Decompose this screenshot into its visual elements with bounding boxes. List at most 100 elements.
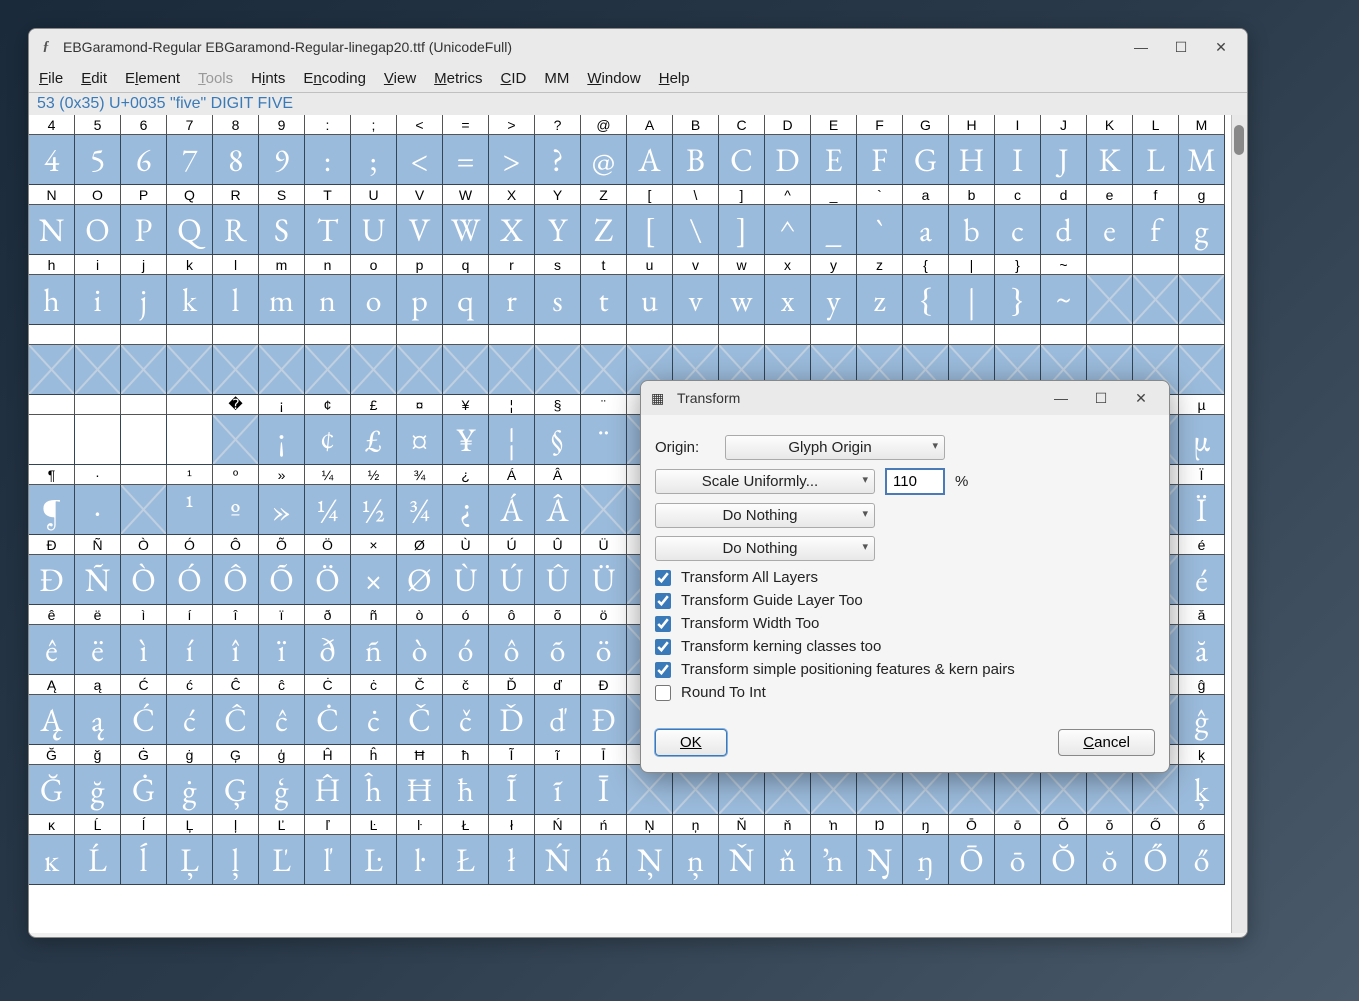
glyph-cell[interactable]: I — [995, 135, 1041, 185]
glyph-cell[interactable]: ó — [443, 625, 489, 675]
glyph-cell[interactable]: W — [443, 205, 489, 255]
glyph-cell[interactable]: Ġ — [121, 765, 167, 815]
glyph-cell[interactable]: ċ — [351, 695, 397, 745]
glyph-cell[interactable]: ŋ — [903, 835, 949, 885]
glyph-cell[interactable]: ĝ — [1179, 695, 1225, 745]
glyph-cell[interactable]: H — [949, 135, 995, 185]
scale-input[interactable] — [885, 468, 945, 495]
menu-element[interactable]: Element — [125, 70, 180, 87]
operation2-select[interactable]: Do Nothing — [655, 503, 875, 528]
glyph-cell[interactable]: Ú — [489, 555, 535, 605]
glyph-cell[interactable] — [1133, 275, 1179, 325]
dialog-close-button[interactable]: ✕ — [1131, 390, 1151, 407]
glyph-cell[interactable]: Ņ — [627, 835, 673, 885]
glyph-cell[interactable]: P — [121, 205, 167, 255]
check-width[interactable]: Transform Width Too — [655, 615, 1155, 632]
glyph-cell[interactable]: ¾ — [397, 485, 443, 535]
glyph-cell[interactable]: Ċ — [305, 695, 351, 745]
glyph-cell[interactable]: r — [489, 275, 535, 325]
glyph-cell[interactable]: B — [673, 135, 719, 185]
glyph-cell[interactable]: t — [581, 275, 627, 325]
glyph-cell[interactable]: ; — [351, 135, 397, 185]
glyph-cell[interactable]: ¿ — [443, 485, 489, 535]
glyph-cell[interactable]: Ü — [581, 555, 627, 605]
glyph-cell[interactable] — [213, 345, 259, 395]
glyph-cell[interactable]: » — [259, 485, 305, 535]
glyph-cell[interactable]: l — [213, 275, 259, 325]
glyph-cell[interactable]: ŀ — [397, 835, 443, 885]
glyph-cell[interactable]: Č — [397, 695, 443, 745]
glyph-cell[interactable]: ò — [397, 625, 443, 675]
glyph-cell[interactable] — [305, 345, 351, 395]
glyph-cell[interactable]: Ó — [167, 555, 213, 605]
glyph-cell[interactable]: Ŋ — [857, 835, 903, 885]
glyph-cell[interactable]: ő — [1179, 835, 1225, 885]
glyph-cell[interactable]: · — [75, 485, 121, 535]
glyph-cell[interactable]: i — [75, 275, 121, 325]
glyph-cell[interactable]: c — [995, 205, 1041, 255]
glyph-cell[interactable]: Ō — [949, 835, 995, 885]
menu-mm[interactable]: MM — [544, 70, 569, 87]
operation3-select[interactable]: Do Nothing — [655, 536, 875, 561]
glyph-cell[interactable] — [397, 345, 443, 395]
glyph-cell[interactable]: o — [351, 275, 397, 325]
glyph-cell[interactable]: Ù — [443, 555, 489, 605]
glyph-cell[interactable]: Z — [581, 205, 627, 255]
glyph-cell[interactable]: ŏ — [1087, 835, 1133, 885]
glyph-cell[interactable]: ? — [535, 135, 581, 185]
glyph-cell[interactable]: ¨ — [581, 415, 627, 465]
check-guide-layer[interactable]: Transform Guide Layer Too — [655, 592, 1155, 609]
glyph-cell[interactable]: J — [1041, 135, 1087, 185]
glyph-cell[interactable]: M — [1179, 135, 1225, 185]
glyph-cell[interactable]: 4 — [29, 135, 75, 185]
glyph-cell[interactable]: í — [167, 625, 213, 675]
glyph-cell[interactable]: Ö — [305, 555, 351, 605]
glyph-cell[interactable]: ĩ — [535, 765, 581, 815]
glyph-cell[interactable]: ķ — [1179, 765, 1225, 815]
glyph-cell[interactable]: ć — [167, 695, 213, 745]
glyph-cell[interactable]: Y — [535, 205, 581, 255]
glyph-cell[interactable]: X — [489, 205, 535, 255]
check-all-layers-box[interactable] — [655, 570, 671, 586]
glyph-cell[interactable]: é — [1179, 555, 1225, 605]
glyph-cell[interactable] — [259, 345, 305, 395]
glyph-cell[interactable]: ^ — [765, 205, 811, 255]
glyph-cell[interactable]: č — [443, 695, 489, 745]
glyph-cell[interactable]: < — [397, 135, 443, 185]
glyph-cell[interactable]: ō — [995, 835, 1041, 885]
glyph-cell[interactable] — [121, 415, 167, 465]
glyph-cell[interactable]: n — [305, 275, 351, 325]
glyph-cell[interactable]: = — [443, 135, 489, 185]
glyph-cell[interactable] — [581, 345, 627, 395]
glyph-cell[interactable]: ì — [121, 625, 167, 675]
glyph-cell[interactable]: f — [1133, 205, 1179, 255]
glyph-cell[interactable]: z — [857, 275, 903, 325]
glyph-cell[interactable]: S — [259, 205, 305, 255]
glyph-cell[interactable]: Ő — [1133, 835, 1179, 885]
glyph-cell[interactable]: p — [397, 275, 443, 325]
menu-hints[interactable]: Hints — [251, 70, 285, 87]
glyph-cell[interactable]: Ĺ — [75, 835, 121, 885]
glyph-cell[interactable]: O — [75, 205, 121, 255]
scrollbar-thumb[interactable] — [1234, 125, 1244, 155]
glyph-cell[interactable]: [ — [627, 205, 673, 255]
glyph-cell[interactable]: g — [1179, 205, 1225, 255]
scrollbar[interactable] — [1231, 115, 1247, 933]
glyph-cell[interactable]: ñ — [351, 625, 397, 675]
glyph-cell[interactable]: ň — [765, 835, 811, 885]
glyph-cell[interactable] — [29, 415, 75, 465]
check-simple-positioning-box[interactable] — [655, 662, 671, 678]
glyph-cell[interactable]: | — [949, 275, 995, 325]
glyph-cell[interactable]: £ — [351, 415, 397, 465]
glyph-cell[interactable]: > — [489, 135, 535, 185]
glyph-cell[interactable] — [121, 485, 167, 535]
glyph-cell[interactable]: ¥ — [443, 415, 489, 465]
close-button[interactable]: ✕ — [1211, 39, 1231, 56]
glyph-cell[interactable]: _ — [811, 205, 857, 255]
menu-window[interactable]: Window — [587, 70, 640, 87]
glyph-cell[interactable]: ģ — [259, 765, 305, 815]
glyph-cell[interactable]: ¶ — [29, 485, 75, 535]
ok-button[interactable]: OK — [655, 729, 727, 756]
minimize-button[interactable]: — — [1131, 39, 1151, 56]
glyph-cell[interactable]: Ŏ — [1041, 835, 1087, 885]
